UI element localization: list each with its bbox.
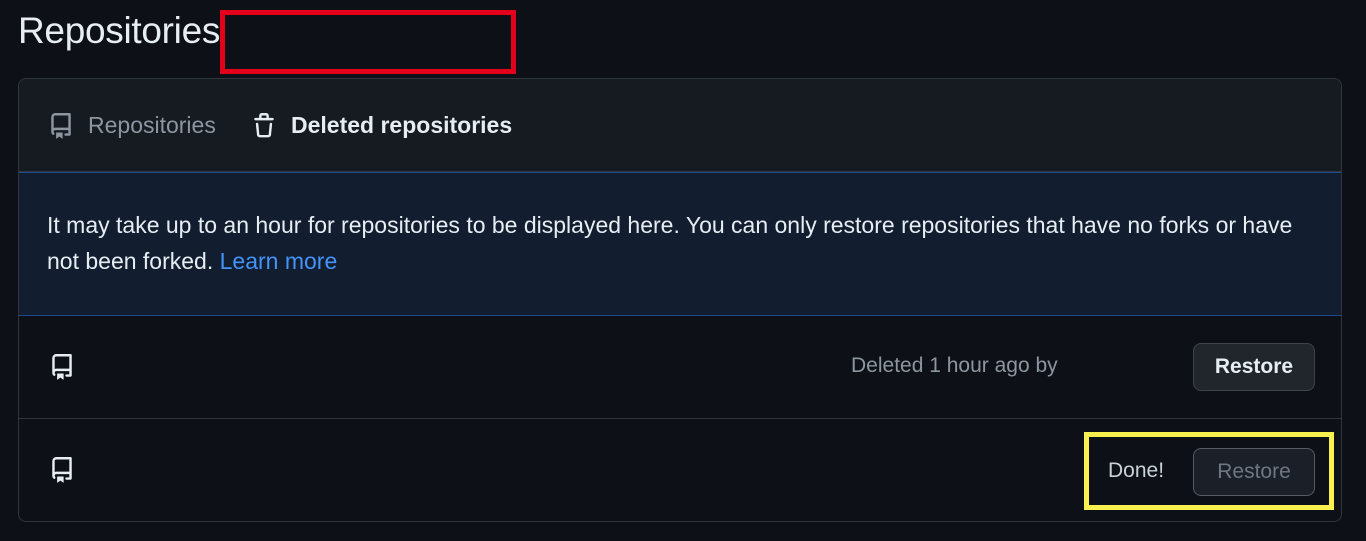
- deleted-repo-row: Deleted 1 hour ago by Restore: [19, 316, 1341, 419]
- page: Repositories Repositories Deleted reposi…: [0, 0, 1366, 541]
- restore-button[interactable]: Restore: [1193, 343, 1315, 391]
- red-highlight-box: [220, 10, 516, 74]
- deleted-status-text: Deleted 1 hour ago by: [851, 354, 1058, 377]
- tab-repositories[interactable]: Repositories: [48, 79, 216, 172]
- tab-deleted-repositories-label: Deleted repositories: [291, 112, 513, 138]
- tab-deleted-repositories[interactable]: Deleted repositories: [251, 79, 512, 172]
- repo-icon: [49, 354, 75, 380]
- tab-bar: Repositories Deleted repositories: [19, 79, 1341, 172]
- tab-repositories-label: Repositories: [88, 112, 216, 138]
- repo-icon: [48, 112, 74, 139]
- page-title: Repositories: [18, 10, 221, 51]
- done-status-text: Done!: [1108, 459, 1165, 482]
- repositories-panel: Repositories Deleted repositories It may…: [18, 78, 1342, 522]
- info-notice: It may take up to an hour for repositori…: [19, 172, 1341, 316]
- trash-icon: [251, 112, 277, 139]
- repo-icon: [49, 457, 75, 483]
- restore-button-disabled: Restore: [1193, 448, 1315, 496]
- deleted-repo-row: Done! Restore: [19, 419, 1341, 521]
- learn-more-link[interactable]: Learn more: [220, 248, 338, 274]
